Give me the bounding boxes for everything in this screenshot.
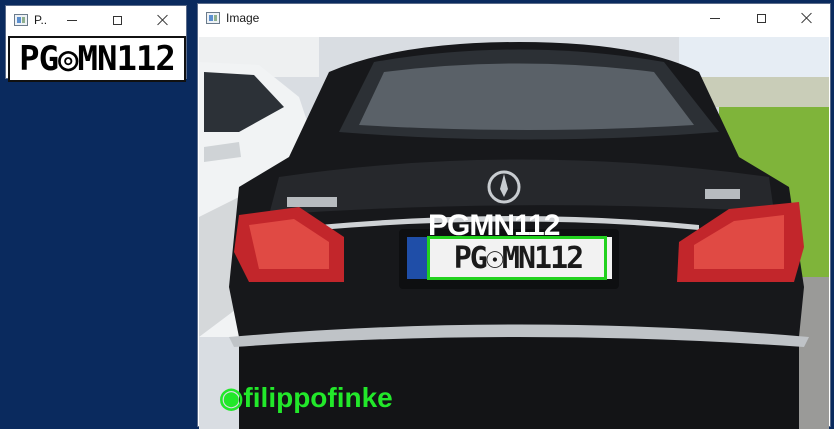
minimize-icon bbox=[67, 19, 77, 21]
plate-crop-image: PG◎MN112 bbox=[8, 36, 186, 82]
app-icon bbox=[206, 12, 220, 24]
close-button[interactable] bbox=[140, 6, 186, 34]
watermark: ◉filippofinke bbox=[219, 382, 393, 413]
car-photo: PGMN112 PG☉MN112 ◉filippofinke bbox=[199, 37, 829, 429]
license-plate-text: PG☉MN112 bbox=[453, 240, 585, 276]
minimize-icon bbox=[710, 17, 720, 19]
plate-window-title: P.. bbox=[34, 13, 48, 27]
close-icon bbox=[157, 14, 169, 26]
minimize-button[interactable] bbox=[50, 6, 94, 34]
maximize-button[interactable] bbox=[738, 4, 784, 32]
maximize-icon bbox=[756, 13, 766, 23]
maximize-icon bbox=[112, 15, 122, 25]
minimize-button[interactable] bbox=[692, 4, 738, 32]
image-window-title: Image bbox=[226, 11, 260, 25]
image-window[interactable]: Image PGMN112 PG☉MN112 ◉filippofinke bbox=[198, 4, 830, 429]
plate-window[interactable]: P.. PG◎MN112 bbox=[6, 6, 186, 82]
image-window-titlebar[interactable]: Image bbox=[198, 4, 830, 32]
maximize-button[interactable] bbox=[94, 6, 140, 34]
plate-window-titlebar[interactable]: P.. bbox=[6, 6, 186, 34]
close-icon bbox=[801, 12, 813, 24]
close-button[interactable] bbox=[784, 4, 830, 32]
app-icon bbox=[14, 14, 28, 26]
